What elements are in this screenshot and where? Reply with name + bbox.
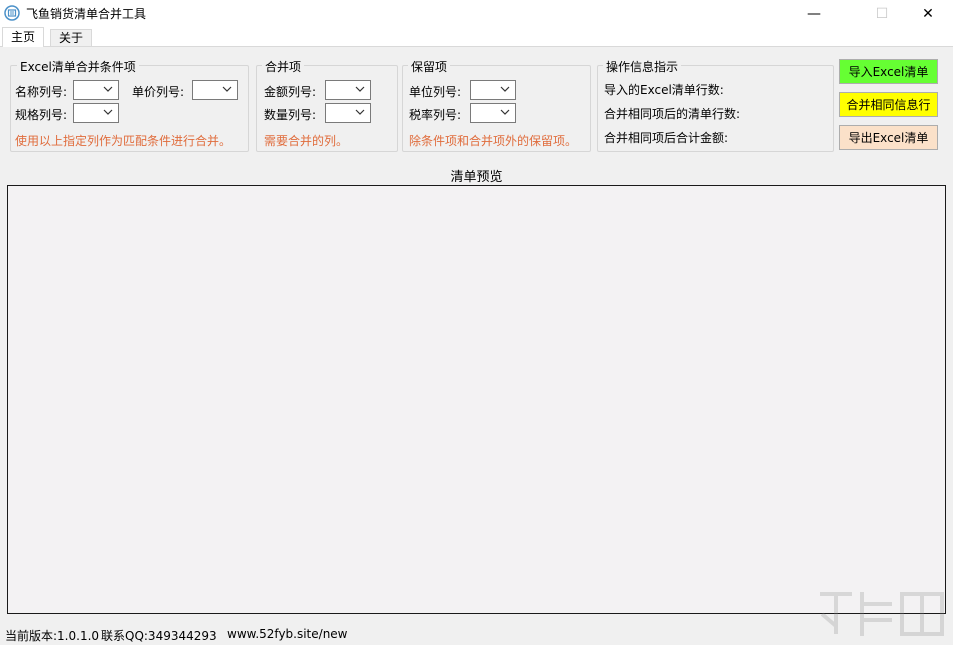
app-icon (4, 5, 20, 21)
tab-main[interactable]: 主页 (2, 27, 44, 47)
import-excel-button[interactable]: 导入Excel清单 (839, 59, 938, 84)
price-column-select[interactable] (192, 80, 238, 100)
name-column-select[interactable] (73, 80, 119, 100)
unit-column-label: 单位列号: (409, 83, 461, 100)
name-column-label: 名称列号: (15, 83, 67, 100)
maximize-icon: ☐ (876, 6, 889, 22)
watermark-logo (812, 584, 952, 644)
chevron-down-icon (355, 84, 365, 94)
chevron-down-icon (103, 84, 113, 94)
amount-column-select[interactable] (325, 80, 371, 100)
keep-group-title: 保留项 (408, 58, 450, 75)
merged-rows-label: 合并相同项后的清单行数: (604, 105, 740, 122)
qty-column-label: 数量列号: (264, 106, 316, 123)
spec-column-select[interactable] (73, 103, 119, 123)
preview-grid[interactable] (7, 185, 946, 614)
price-column-label: 单价列号: (132, 83, 184, 100)
tax-column-select[interactable] (470, 103, 516, 123)
close-icon: ✕ (922, 6, 934, 22)
chevron-down-icon (355, 107, 365, 117)
export-excel-button[interactable]: 导出Excel清单 (839, 125, 938, 150)
merge-rows-button[interactable]: 合并相同信息行 (839, 92, 938, 117)
info-group-title: 操作信息指示 (603, 58, 681, 75)
close-button[interactable]: ✕ (905, 0, 951, 27)
merged-total-label: 合并相同项后合计金额: (604, 129, 728, 146)
qty-column-select[interactable] (325, 103, 371, 123)
tax-column-label: 税率列号: (409, 106, 461, 123)
chevron-down-icon (103, 107, 113, 117)
contact-text: 联系QQ:349344293 (101, 627, 217, 644)
minimize-button[interactable]: — (791, 0, 837, 27)
chevron-down-icon (500, 107, 510, 117)
window-title: 飞鱼销货清单合并工具 (26, 5, 146, 22)
amount-column-label: 金额列号: (264, 83, 316, 100)
condition-hint: 使用以上指定列作为匹配条件进行合并。 (15, 132, 231, 149)
chevron-down-icon (500, 84, 510, 94)
merge-group-title: 合并项 (262, 58, 304, 75)
preview-title: 清单预览 (0, 166, 953, 185)
tab-about[interactable]: 关于 (50, 29, 92, 47)
website-link[interactable]: www.52fyb.site/new (227, 627, 348, 641)
keep-hint: 除条件项和合并项外的保留项。 (409, 132, 577, 149)
maximize-button[interactable]: ☐ (859, 0, 905, 27)
imported-rows-label: 导入的Excel清单行数: (604, 81, 724, 98)
minimize-icon: — (807, 6, 821, 22)
chevron-down-icon (222, 84, 232, 94)
condition-group-title: Excel清单合并条件项 (17, 58, 139, 75)
unit-column-select[interactable] (470, 80, 516, 100)
merge-hint: 需要合并的列。 (264, 132, 348, 149)
spec-column-label: 规格列号: (15, 106, 67, 123)
version-text: 当前版本:1.0.1.0 (5, 627, 99, 644)
